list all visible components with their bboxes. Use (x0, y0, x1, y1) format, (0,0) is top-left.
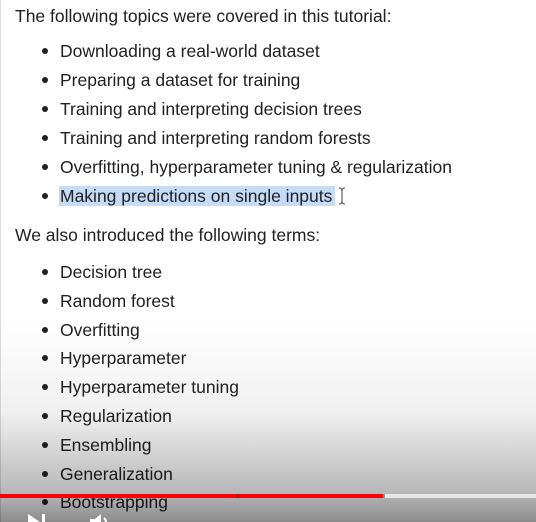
bullet-icon (42, 297, 48, 304)
list-item: Preparing a dataset for training (0, 67, 452, 96)
bullet-icon (42, 135, 48, 141)
terms-intro: We also introduced the following terms: (15, 225, 321, 245)
topics-intro: The following topics were covered in thi… (15, 6, 392, 26)
term-text: Regularization (60, 405, 172, 426)
term-text: Ensembling (60, 434, 152, 455)
term-text: Hyperparameter (60, 348, 187, 369)
volume-icon[interactable] (88, 512, 114, 522)
bullet-icon (42, 355, 48, 362)
list-item: Overfitting (0, 317, 239, 346)
list-item: Training and interpreting random forests (0, 125, 452, 154)
bullet-icon (42, 193, 48, 199)
topic-text: Preparing a dataset for training (60, 70, 301, 90)
list-item: Random forest (0, 288, 239, 317)
term-text: Generalization (60, 463, 173, 484)
term-text: Decision tree (60, 262, 163, 282)
list-item-selected[interactable]: Making predictions on single inputs (0, 183, 452, 212)
bullet-icon (42, 269, 48, 275)
bullet-icon (42, 384, 48, 391)
skip-next-icon[interactable] (26, 512, 50, 522)
bullet-icon (42, 412, 48, 419)
text-cursor-icon (338, 187, 346, 205)
selected-topic-text[interactable]: Making predictions on single inputs (59, 186, 336, 206)
list-item: Training and interpreting decision trees (0, 96, 452, 125)
bullet-icon (42, 164, 48, 170)
chapter-marker (383, 494, 385, 498)
topic-text: Overfitting, hyperparameter tuning & reg… (60, 157, 453, 177)
list-item: Decision tree (0, 259, 239, 288)
bullet-icon (42, 77, 48, 83)
bullet-icon (42, 326, 48, 333)
term-text: Hyperparameter tuning (60, 377, 239, 398)
term-text: Random forest (60, 290, 175, 311)
bullet-icon (42, 48, 48, 54)
progress-played (0, 494, 384, 498)
topic-text: Downloading a real-world dataset (60, 41, 320, 61)
tutorial-document: The following topics were covered in thi… (0, 0, 536, 522)
list-item: Overfitting, hyperparameter tuning & reg… (0, 154, 452, 183)
bullet-icon (42, 106, 48, 112)
bullet-icon (42, 441, 48, 448)
bullet-icon (42, 470, 48, 477)
player-controls (0, 504, 536, 522)
terms-list: Decision tree Random forest Overfitting … (0, 259, 239, 518)
video-progress-bar[interactable] (0, 494, 536, 498)
chapter-marker (237, 494, 239, 498)
list-item: Generalization (0, 461, 239, 490)
list-item: Downloading a real-world dataset (0, 38, 452, 67)
list-item: Hyperparameter tuning (0, 374, 239, 403)
topic-text: Training and interpreting random forests (60, 128, 371, 148)
list-item: Regularization (0, 403, 239, 432)
term-text: Overfitting (60, 319, 140, 340)
topic-text: Training and interpreting decision trees (60, 99, 362, 119)
topics-list: Downloading a real-world dataset Prepari… (0, 38, 452, 212)
list-item: Ensembling (0, 432, 239, 461)
list-item: Hyperparameter (0, 345, 239, 374)
